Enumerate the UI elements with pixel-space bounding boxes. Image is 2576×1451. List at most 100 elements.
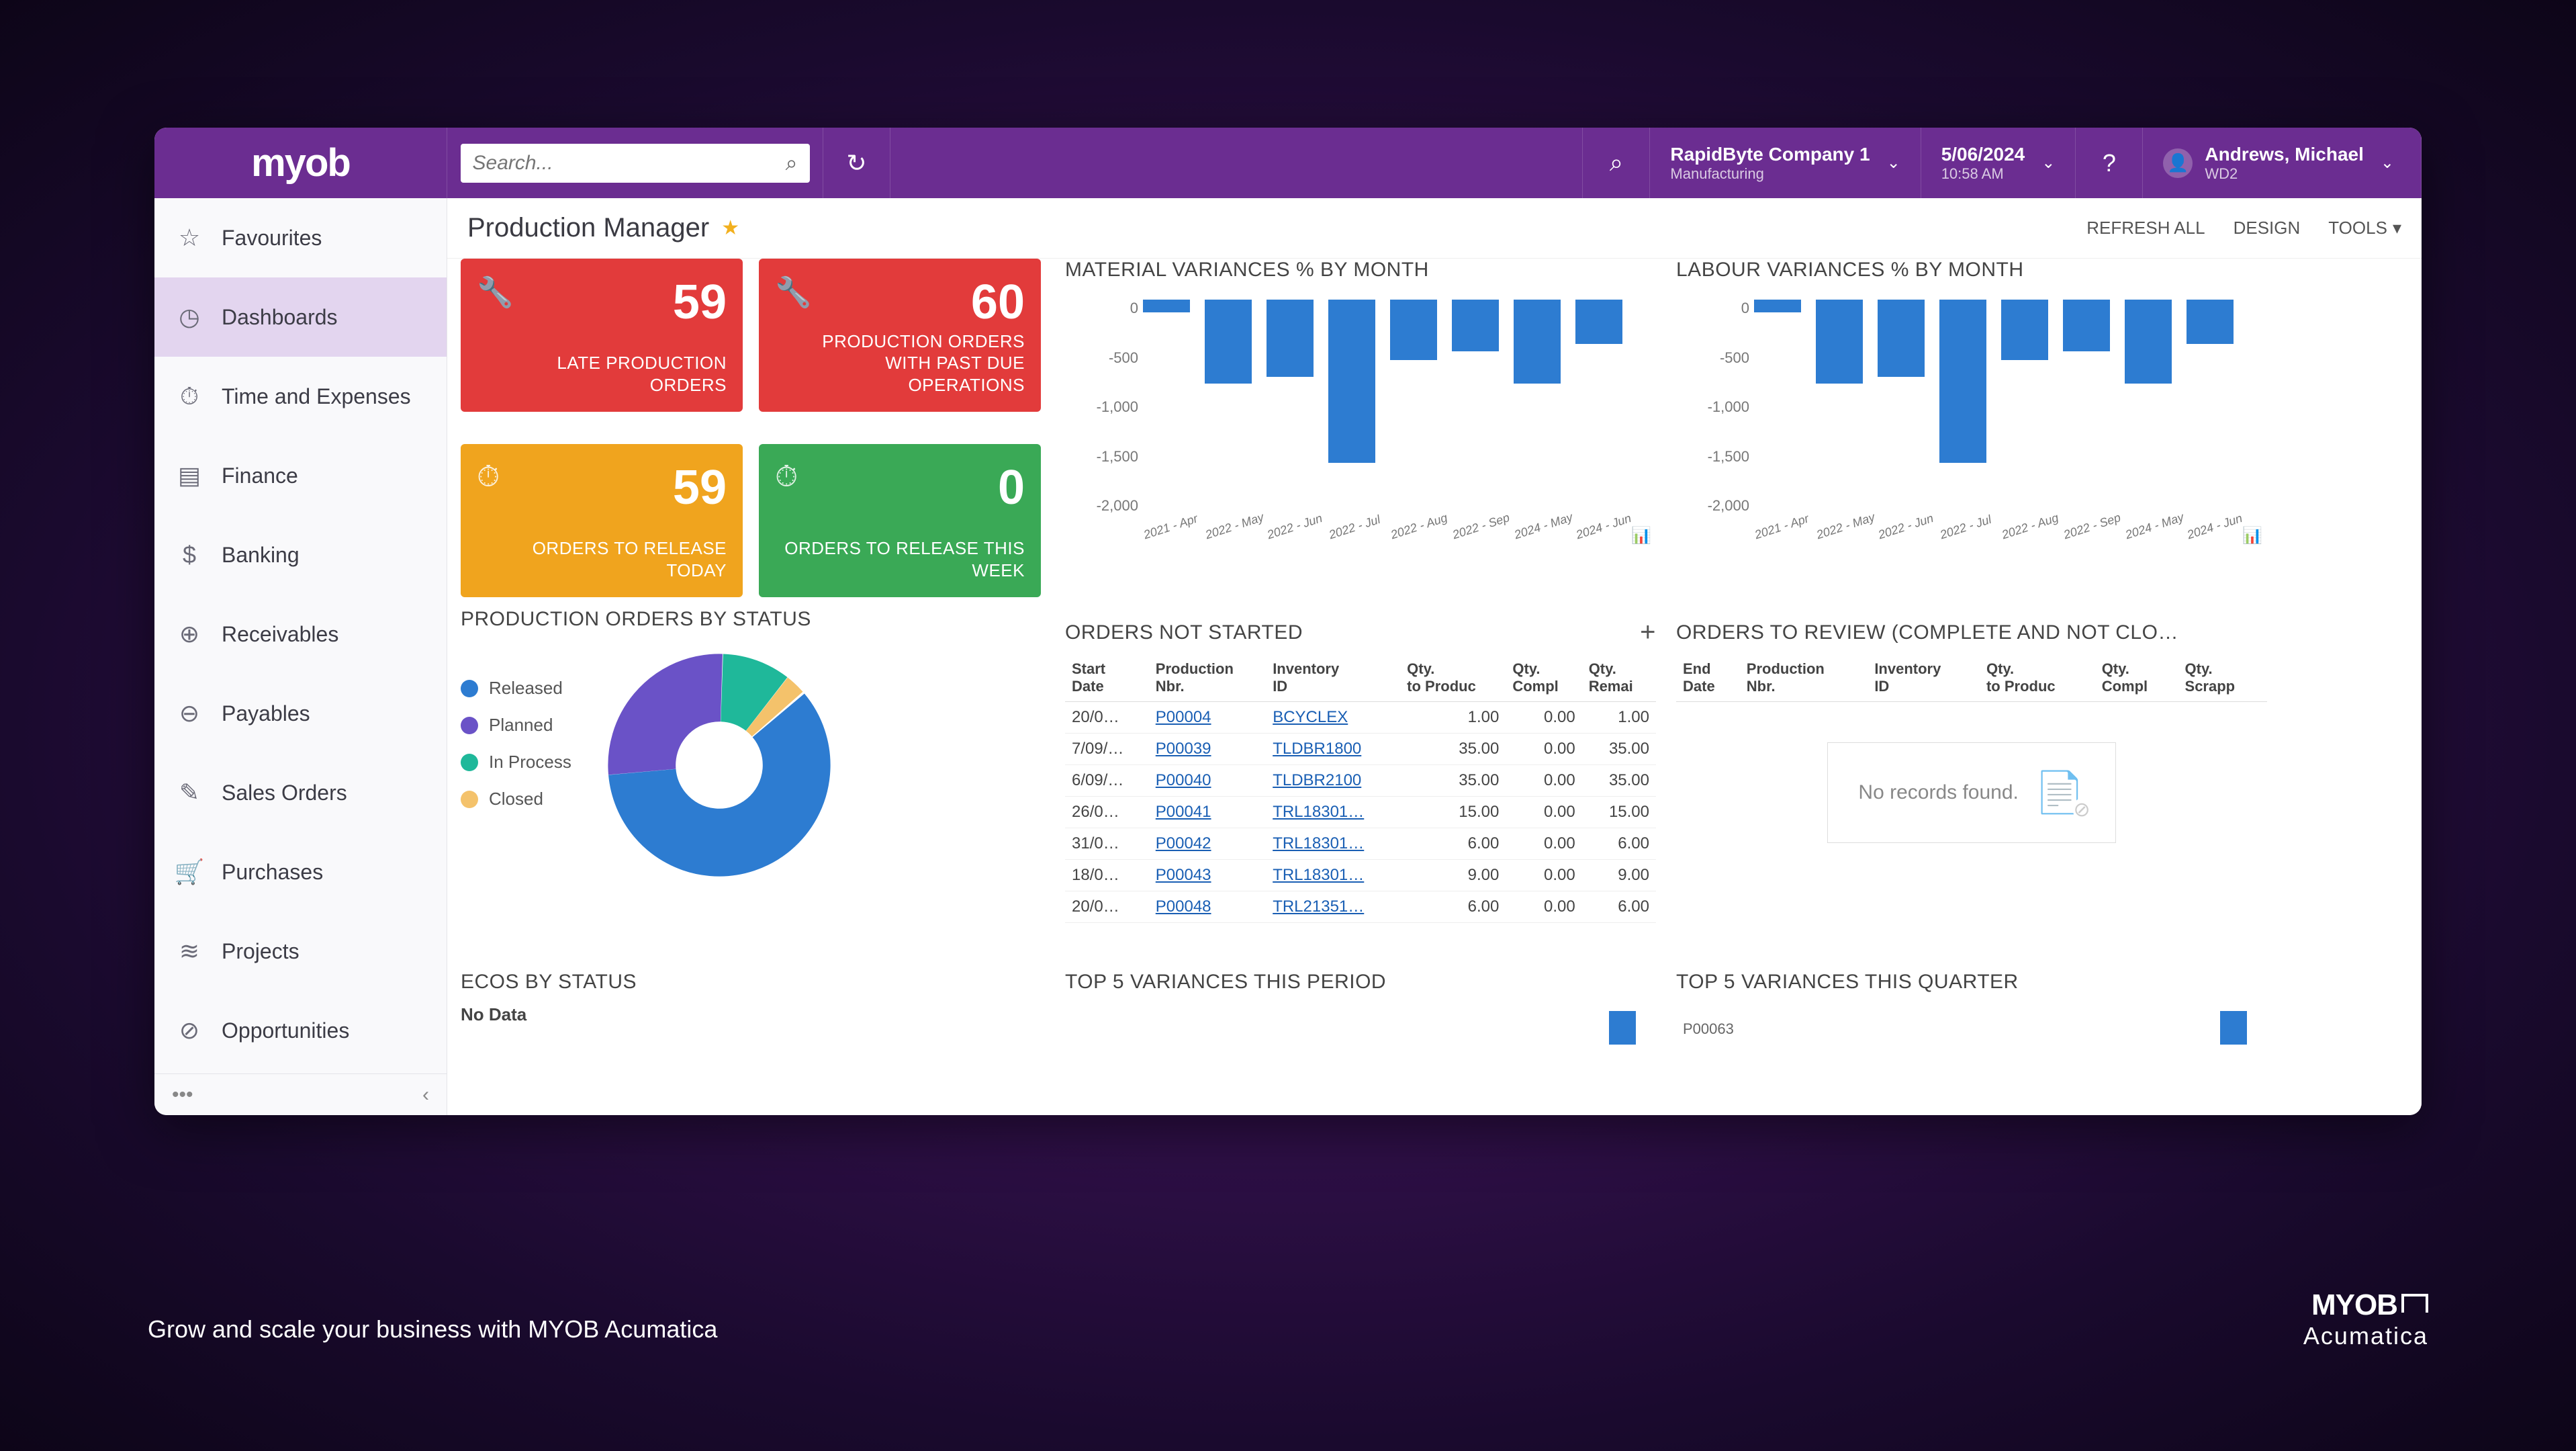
column-header[interactable]: InventoryID [1266,655,1400,701]
user-menu[interactable]: 👤 Andrews, Michael WD2 ⌄ [2143,128,2422,198]
company-sub: Manufacturing [1670,165,1870,183]
cell-prod-nbr: P00042 [1149,828,1266,859]
search-input[interactable] [473,152,786,175]
sidebar-item-label: Finance [222,464,298,488]
date-selector[interactable]: 5/06/2024 10:58 AM ⌄ [1921,128,2076,198]
column-header[interactable]: Qty.to Produc [1980,655,2095,701]
cell-date: 7/09/… [1065,733,1149,764]
chart-icon[interactable]: 📊 [2242,526,2262,545]
production-link[interactable]: P00039 [1156,740,1211,758]
production-link[interactable]: P00004 [1156,708,1211,726]
sidebar-item-projects[interactable]: ≋Projects [154,912,447,991]
inventory-link[interactable]: TRL21351… [1273,897,1364,916]
bar [1328,300,1375,463]
sidebar-item-label: Opportunities [222,1018,349,1043]
chevron-down-icon: ⌄ [2041,153,2055,173]
table-row[interactable]: 18/0…P00043TRL18301…9.000.009.00 [1065,859,1656,891]
inventory-link[interactable]: TLDBR2100 [1273,771,1361,789]
more-icon[interactable]: ••• [172,1084,193,1106]
inventory-link[interactable]: TRL18301… [1273,803,1364,821]
header-date: 5/06/2024 [1941,143,2025,166]
table-row[interactable]: 31/0…P00042TRL18301…6.000.006.00 [1065,828,1656,859]
production-link[interactable]: P00041 [1156,803,1211,821]
column-header[interactable]: Qty.Compl [2095,655,2178,701]
sidebar-item-label: Payables [222,701,310,726]
tools-button[interactable]: TOOLS ▾ [2328,218,2401,238]
column-header[interactable]: StartDate [1065,655,1149,701]
sidebar-item-favourites[interactable]: ☆Favourites [154,198,447,277]
refresh-all-button[interactable]: REFRESH ALL [2086,218,2205,238]
search-icon[interactable]: ⌕ [786,150,798,176]
bar [1939,300,1986,463]
table-row[interactable]: 20/0…P00004BCYCLEX1.000.001.00 [1065,701,1656,733]
production-link[interactable]: P00048 [1156,897,1211,916]
design-button[interactable]: DESIGN [2234,218,2301,238]
inventory-link[interactable]: BCYCLEX [1273,708,1348,726]
column-header[interactable]: EndDate [1676,655,1740,701]
kpi-label: PRODUCTION ORDERS WITH PAST DUE OPERATIO… [775,331,1025,396]
production-link[interactable]: P00043 [1156,866,1211,884]
kpi-card[interactable]: ⏱59ORDERS TO RELEASE TODAY [461,444,743,597]
column-header[interactable]: InventoryID [1868,655,1980,701]
inventory-link[interactable]: TRL18301… [1273,866,1364,884]
sidebar-item-opportunities[interactable]: ⊘ Opportunities [154,991,447,1070]
favourite-star-icon[interactable]: ★ [721,216,739,240]
x-tick: 2024 - May [2123,515,2172,543]
kpi-card[interactable]: 🔧59LATE PRODUCTION ORDERS [461,259,743,412]
y-tick: -2,000 [1097,497,1138,515]
top5-period-panel: TOP 5 VARIANCES THIS PERIOD [1065,971,1656,1045]
tag-icon: ⊘ [175,1016,204,1045]
logo-text: myob [251,140,350,185]
sidebar-item-finance[interactable]: ▤Finance [154,436,447,515]
search-box[interactable]: ⌕ [461,144,810,183]
cell-qty-complete: 0.00 [1506,733,1581,764]
sidebar-item-purchases[interactable]: 🛒Purchases [154,832,447,912]
bar [2125,300,2172,384]
kpi-card[interactable]: ⏱0ORDERS TO RELEASE THIS WEEK [759,444,1041,597]
inventory-link[interactable]: TLDBR1800 [1273,740,1361,758]
production-link[interactable]: P00040 [1156,771,1211,789]
column-header[interactable]: ProductionNbr. [1740,655,1868,701]
production-link[interactable]: P00042 [1156,834,1211,852]
kpi-card[interactable]: 🔧60PRODUCTION ORDERS WITH PAST DUE OPERA… [759,259,1041,412]
labour-variances-chart: 0-500-1,000-1,500-2,0002021 - Apr2022 - … [1676,292,2267,547]
legend-item: Released [461,678,571,699]
help-icon[interactable]: ? [2076,128,2143,198]
sidebar-item-sales-orders[interactable]: ✎Sales Orders [154,753,447,832]
table-row[interactable]: 20/0…P00048TRL21351…6.000.006.00 [1065,891,1656,922]
column-header[interactable]: Qty.Compl [1506,655,1581,701]
global-search-icon[interactable]: ⌕ [1583,128,1650,198]
status-legend: ReleasedPlannedIn ProcessClosed [461,644,571,886]
brand-logo: myob [154,128,447,198]
chevron-down-icon: ⌄ [1887,153,1900,173]
cell-prod-nbr: P00043 [1149,859,1266,891]
legend-item: In Process [461,752,571,773]
top5-quarter-panel: TOP 5 VARIANCES THIS QUARTER P00063 [1676,971,2267,1045]
sidebar-item-payables[interactable]: ⊖Payables [154,674,447,753]
sidebar-item-dashboards[interactable]: ◷Dashboards [154,277,447,357]
refresh-icon[interactable]: ↻ [823,128,890,198]
column-header[interactable]: Qty.Scrapp [2178,655,2267,701]
cell-qty-remain: 1.00 [1582,701,1656,733]
sidebar-item-receivables[interactable]: ⊕Receivables [154,595,447,674]
inventory-link[interactable]: TRL18301… [1273,834,1364,852]
table-row[interactable]: 7/09/…P00039TLDBR180035.000.0035.00 [1065,733,1656,764]
sidebar-item-time-and-expenses[interactable]: ⏱Time and Expenses [154,357,447,436]
layers-icon: ≋ [175,936,204,966]
table-row[interactable]: 26/0…P00041TRL18301…15.000.0015.00 [1065,796,1656,828]
sidebar-item-banking[interactable]: $Banking [154,515,447,595]
chart-icon[interactable]: 📊 [1631,526,1651,545]
kpi-label: ORDERS TO RELEASE THIS WEEK [775,537,1025,581]
collapse-icon[interactable]: ‹ [422,1084,429,1106]
x-tick: 2024 - Jun [2185,515,2234,543]
table-row[interactable]: 6/09/…P00040TLDBR210035.000.0035.00 [1065,764,1656,796]
column-header[interactable]: Qty.Remai [1582,655,1656,701]
cell-qty-produce: 35.00 [1400,733,1506,764]
column-header[interactable]: Qty.to Produc [1400,655,1506,701]
company-selector[interactable]: RapidByte Company 1 Manufacturing ⌄ [1650,128,1921,198]
add-icon[interactable]: + [1640,617,1656,648]
cell-qty-remain: 6.00 [1582,891,1656,922]
y-axis: 0-500-1,000-1,500-2,000 [1677,300,1749,515]
column-header[interactable]: ProductionNbr. [1149,655,1266,701]
cell-qty-complete: 0.00 [1506,891,1581,922]
